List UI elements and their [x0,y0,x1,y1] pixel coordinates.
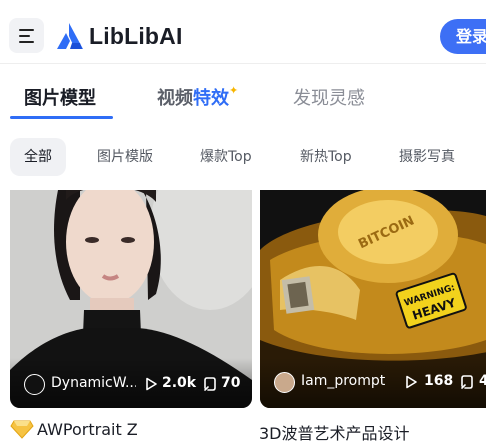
card-meta: Iam_prompt 168 4 [260,370,486,394]
card-title[interactable]: 3D波普艺术产品设计 [259,420,410,444]
menu-button[interactable] [9,18,44,53]
brand-logo[interactable]: LibLibAI [56,22,183,50]
model-card[interactable]: DynamicW... 2.0k 70 [10,190,252,408]
chip-all[interactable]: 全部 [10,138,66,176]
remix-count: 70 [221,375,241,391]
tab-inspiration[interactable]: 发现灵感 [293,84,365,110]
play-icon [406,375,417,389]
card-title[interactable]: AWPortrait Z [37,420,138,439]
chip-hot-top[interactable]: 爆款Top [200,138,252,176]
chip-photography[interactable]: 摄影写真 [399,138,455,176]
diamond-icon [10,420,34,439]
tab-video-label: 视频 [157,88,193,109]
remix-icon [461,375,473,389]
liblib-logo-icon [57,23,83,49]
remix-icon [204,377,216,391]
play-count: 2.0k [162,375,197,391]
category-filter: 全部 图片模版 爆款Top 新热Top 摄影写真 [0,138,486,178]
tab-image-models[interactable]: 图片模型 [24,84,96,110]
active-tab-indicator [10,116,113,119]
tab-effects-label: 特效 [193,88,229,109]
model-card[interactable]: BITCOIN WARNING: HEAVY Iam_prompt 168 4 [260,190,486,408]
play-count: 168 [424,373,454,389]
author-name[interactable]: Iam_prompt [301,373,391,389]
main-tabs: 图片模型 视频特效 发现灵感 [0,66,486,122]
author-name[interactable]: DynamicW... [51,375,136,391]
login-button[interactable]: 登录 [440,19,486,54]
card-meta: DynamicW... 2.0k 70 [10,372,252,396]
remix-count: 4 [479,373,486,389]
tab-video-effects[interactable]: 视频特效 [157,84,229,110]
sparkle-icon: ✦ [229,84,239,97]
chip-new-hot-top[interactable]: 新热Top [300,138,352,176]
avatar[interactable] [274,372,295,393]
top-bar: LibLibAI 登录 [0,0,486,64]
play-icon [146,377,157,391]
chip-image-templates[interactable]: 图片模版 [97,138,153,176]
avatar[interactable] [24,374,45,395]
brand-name: LibLibAI [89,22,183,49]
